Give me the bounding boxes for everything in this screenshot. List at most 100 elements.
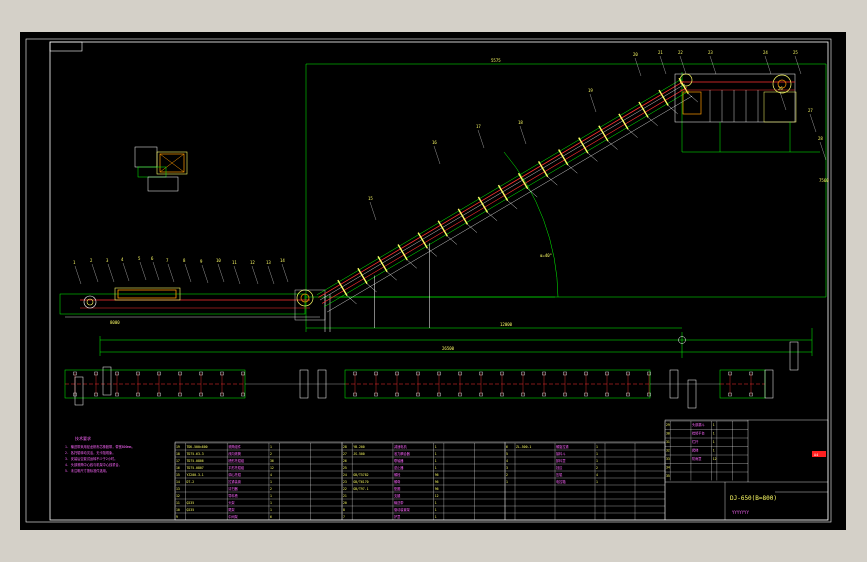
balloon-label: 16 [432,140,437,145]
balloon-label: 19 [588,88,593,93]
bom-cell: 15 [176,473,180,477]
bom-cell: 35 [666,474,670,478]
inner-frame [49,41,829,521]
dim-left-span: 8000 [110,320,120,325]
balloon-leader [369,201,377,221]
bom-cell: YB-200 [353,445,365,449]
balloon-leader [794,55,802,75]
bom-cell: 27 [343,452,347,456]
tech-notes-title: 技术要求 [75,435,91,441]
balloon-leader [819,141,827,161]
discharge-chute [682,91,702,115]
bom-cell: Q235 [186,508,194,512]
bom-cell: 4 [506,459,508,463]
bom-table [174,419,829,521]
bom-cell: 12 [435,494,439,498]
balloon-leader [659,55,667,75]
balloon-leader [477,129,485,149]
bom-cell: 20 [343,501,347,505]
bom-cell: 33 [666,457,670,461]
balloon-leader [634,57,642,77]
horizontal-section [59,287,331,332]
bom-cell: 18 [176,452,180,456]
bom-cell: TD75-0806 [186,459,203,463]
leader [427,247,437,257]
bom-cell: 17 [176,459,180,463]
bom-cell: 拉紧装置 [228,479,241,484]
bom-cell: 31 [666,440,670,444]
leader [627,129,638,138]
balloon-label: 20 [633,52,638,57]
bom-cell: 2 [270,452,272,456]
corner-tag [49,41,83,52]
bom-cell: 垫圈 [394,486,400,491]
bom-cell: 28 [343,445,347,449]
drive-base [763,91,797,123]
bom-cell: 接料斗 [556,451,566,456]
red-stamp-text: A4 [814,453,818,457]
bom-cell: Q235 [186,501,194,505]
bom-cell: 栏杆 [692,439,699,444]
balloon-leader [217,263,225,283]
dim-top-span: 5575 [491,58,501,63]
bom-cell: 输送带 [394,500,404,505]
bom-cell: 1 [435,445,437,449]
bom-cell: 驱动装置架 [394,507,411,512]
bom-cell: 减速电机 [394,444,408,449]
bom-cell: TDK-500×800 [186,445,207,449]
leader [387,271,397,281]
bom-cell: 9 [176,515,178,519]
leader [467,224,478,233]
leader [668,105,678,115]
bom-cell: 1 [506,480,508,484]
bom-cell: 4 [270,473,272,477]
leader [407,259,417,269]
bom-cell: 1 [435,459,437,463]
leader [587,152,598,162]
balloon-leader [152,261,160,281]
balloon-label: 11 [232,260,237,265]
bom-cell: 1 [270,508,272,512]
leader [366,283,377,293]
bom-cell: ZL-500-1 [516,445,531,449]
leader [688,93,698,103]
balloon-label: 3 [106,258,109,263]
balloon-leader [167,263,175,283]
bom-cell: 1 [435,508,437,512]
balloon-label: 12 [250,260,255,265]
balloon-leader [91,263,99,283]
bom-rows: 19 TDK-500×800 滚筒组件 118 TD75-63-3 改向滚筒 217 TD75… [174,420,748,520]
balloon-label: 6 [151,256,154,261]
bom-cell: 电控箱 [556,479,566,484]
tech-note-4: 4. 头部滚筒中心线与机架中心线重合。 [65,462,122,467]
balloon-label: 10 [216,258,221,263]
bom-cell: 5 [506,452,508,456]
dim-height: 7560 [819,178,829,183]
bom-cell: 1 [596,445,598,449]
bom-cell: 改向滚筒 [228,451,241,456]
bom-cell: 1 [270,501,272,505]
bom-cell: 防雨罩 [692,456,702,461]
bom-cell: 21 [343,494,347,498]
tech-note-2: 2. 各托辊转动灵活，无卡阻现象。 [65,450,115,455]
balloon-leader [281,263,289,283]
balloon-leader [709,55,717,75]
bom-cell: DT-2 [186,480,194,484]
balloon-leader [251,265,259,285]
bom-cell: 1 [435,466,437,470]
bom-cell: 32 [666,449,670,453]
cad-viewport[interactable]: 5575 8000 26500 12000 7560 α=40° 技术要求 1.… [20,32,846,530]
bom-cell: 清扫器 [228,486,238,491]
bom-cell: TD75-0807 [186,466,203,470]
balloon-label: 25 [793,50,798,55]
balloon-label: 2 [90,258,93,263]
bom-cell: 1 [435,515,437,519]
balloon-label: 24 [763,50,768,55]
part-balloons: 1 2 3 4 5 6 7 8 9 10 11 12 13 14151617181920 21 22 23 24 2… [73,50,827,285]
balloon-leader [74,265,82,285]
balloon-leader [764,55,772,75]
balloon-label: 9 [200,259,203,264]
balloon-leader [233,265,241,285]
bom-cell: 26 [343,459,347,463]
bom-cell: 6 [270,515,272,519]
